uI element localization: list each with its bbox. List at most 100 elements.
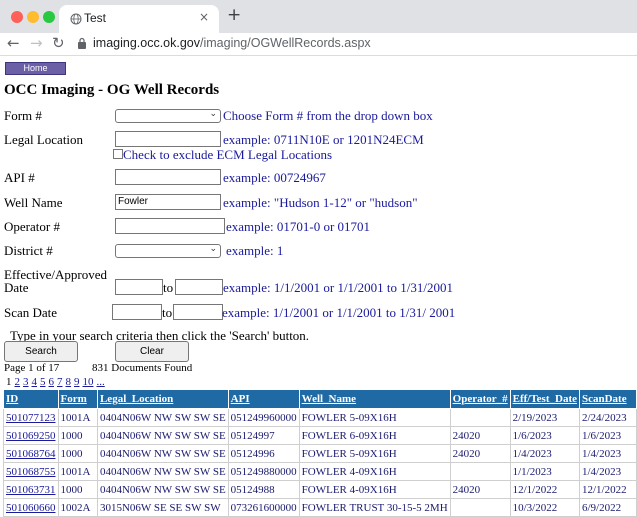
maximize-window-button[interactable] xyxy=(43,11,55,23)
column-header-operator[interactable]: Operator_# xyxy=(449,389,511,409)
document-id-link[interactable]: 501063731 xyxy=(3,480,59,499)
chevron-down-icon: ⌄ xyxy=(209,109,217,119)
page-info: Page 1 of 17 xyxy=(4,362,60,374)
well-name-input[interactable]: Fowler xyxy=(115,194,221,210)
cell-scan-date: 12/1/2022 xyxy=(579,480,637,499)
cell-scan-date: 1/4/2023 xyxy=(579,462,637,481)
form-number-hint: Choose Form # from the drop down box xyxy=(223,108,433,123)
table-row: 501060660 1002A 3015N06W SE SE SW SW 073… xyxy=(3,498,637,517)
legal-location-input[interactable] xyxy=(115,131,221,147)
form-number-label: Form # xyxy=(4,108,42,123)
cell-operator xyxy=(449,462,511,481)
page-content: Home OCC Imaging - OG Well Records Form … xyxy=(0,56,637,517)
cell-eff-test-date: 10/3/2022 xyxy=(509,498,581,517)
page-link[interactable]: 7 xyxy=(57,376,63,388)
legal-location-hint: example: 0711N10E or 1201N24ECM xyxy=(223,132,424,147)
document-id-link[interactable]: 501069250 xyxy=(3,426,59,445)
results-table: ID Form Legal_Location API Well_Name Ope… xyxy=(3,389,637,517)
cell-scan-date: 1/4/2023 xyxy=(579,444,637,463)
minimize-window-button[interactable] xyxy=(27,11,39,23)
cell-eff-test-date: 1/6/2023 xyxy=(509,426,581,445)
document-id-link[interactable]: 501077123 xyxy=(3,408,59,427)
cell-legal-location: 0404N06W NW SW SW SE xyxy=(96,444,229,463)
cell-well-name: FOWLER 5-09X16H xyxy=(298,444,451,463)
effective-date-label-line2: Date xyxy=(4,280,29,295)
tab-title: Test xyxy=(84,11,107,25)
cell-operator xyxy=(449,408,511,427)
clear-button[interactable]: Clear xyxy=(115,341,189,362)
effective-date-to-input[interactable] xyxy=(175,279,223,295)
url-field[interactable]: imaging.occ.ok.gov/imaging/OGWellRecords… xyxy=(93,36,371,50)
page-link[interactable]: 4 xyxy=(32,376,38,388)
cell-api: 051249880000 xyxy=(227,462,300,481)
reload-icon[interactable]: ↻ xyxy=(52,34,65,52)
api-hint: example: 00724967 xyxy=(223,170,326,185)
column-header-legal-location[interactable]: Legal_Location xyxy=(96,389,229,409)
back-arrow-icon[interactable]: ← xyxy=(7,34,20,52)
exclude-ecm-checkbox[interactable] xyxy=(113,149,123,159)
cell-operator: 24020 xyxy=(449,444,511,463)
cell-form: 1000 xyxy=(57,426,98,445)
globe-icon xyxy=(70,13,82,25)
home-button[interactable]: Home xyxy=(5,62,66,75)
documents-found-count: 831 Documents Found xyxy=(92,362,193,374)
exclude-ecm-label: Check to exclude ECM Legal Locations xyxy=(123,147,333,162)
api-input[interactable] xyxy=(115,169,221,185)
district-select[interactable]: ⌄ xyxy=(115,244,221,258)
scan-date-to-input[interactable] xyxy=(173,304,223,320)
cell-operator: 24020 xyxy=(449,426,511,445)
form-number-select[interactable]: ⌄ xyxy=(115,109,221,123)
cell-form: 1001A xyxy=(57,462,98,481)
more-pages-link[interactable]: ... xyxy=(97,376,105,388)
forward-arrow-icon[interactable]: → xyxy=(30,34,43,52)
close-tab-icon[interactable]: × xyxy=(199,10,209,24)
column-header-api[interactable]: API xyxy=(227,389,300,409)
cell-legal-location: 0404N06W NW SW SW SE xyxy=(96,462,229,481)
page-link[interactable]: 9 xyxy=(74,376,80,388)
district-hint: example: 1 xyxy=(226,243,284,258)
page-link[interactable]: 6 xyxy=(49,376,55,388)
document-id-link[interactable]: 501060660 xyxy=(3,498,59,517)
cell-form: 1001A xyxy=(57,408,98,427)
cell-eff-test-date: 2/19/2023 xyxy=(509,408,581,427)
document-id-link[interactable]: 501068755 xyxy=(3,462,59,481)
column-header-scan-date[interactable]: ScanDate xyxy=(579,389,637,409)
cell-well-name: FOWLER 5-09X16H xyxy=(298,408,451,427)
cell-legal-location: 0404N06W NW SW SW SE xyxy=(96,408,229,427)
effective-date-from-input[interactable] xyxy=(115,279,163,295)
cell-well-name: FOWLER 6-09X16H xyxy=(298,426,451,445)
search-button[interactable]: Search xyxy=(4,341,78,362)
page-link[interactable]: 3 xyxy=(23,376,29,388)
cell-form: 1000 xyxy=(57,480,98,499)
cell-form: 1002A xyxy=(57,498,98,517)
operator-input[interactable] xyxy=(115,218,225,234)
cell-well-name: FOWLER 4-09X16H xyxy=(298,462,451,481)
scan-date-from-input[interactable] xyxy=(112,304,162,320)
effective-date-to-label: to xyxy=(163,280,174,295)
page-title: OCC Imaging - OG Well Records xyxy=(4,82,220,98)
cell-eff-test-date: 1/1/2023 xyxy=(509,462,581,481)
column-header-form[interactable]: Form xyxy=(57,389,98,409)
page-link[interactable]: 8 xyxy=(66,376,72,388)
close-window-button[interactable] xyxy=(11,11,23,23)
cell-api: 05124988 xyxy=(227,480,300,499)
column-header-eff-test-date[interactable]: Eff/Test_Date xyxy=(509,389,581,409)
table-row: 501068755 1001A 0404N06W NW SW SW SE 051… xyxy=(3,462,637,481)
new-tab-icon[interactable]: + xyxy=(227,5,241,25)
cell-api: 073261600000 xyxy=(227,498,300,517)
cell-form: 1000 xyxy=(57,444,98,463)
cell-scan-date: 1/6/2023 xyxy=(579,426,637,445)
cell-eff-test-date: 12/1/2022 xyxy=(509,480,581,499)
page-link[interactable]: 10 xyxy=(83,376,94,388)
effective-date-hint: example: 1/1/2001 or 1/1/2001 to 1/31/20… xyxy=(223,280,454,295)
page-link[interactable]: 5 xyxy=(40,376,46,388)
cell-legal-location: 0404N06W NW SW SW SE xyxy=(96,426,229,445)
browser-tab[interactable]: Test × xyxy=(59,5,219,33)
document-id-link[interactable]: 501068764 xyxy=(3,444,59,463)
column-header-id[interactable]: ID xyxy=(3,389,59,409)
column-header-well-name[interactable]: Well_Name xyxy=(298,389,451,409)
page-link[interactable]: 2 xyxy=(15,376,21,388)
cell-eff-test-date: 1/4/2023 xyxy=(509,444,581,463)
cell-well-name: FOWLER TRUST 30-15-5 2MH xyxy=(298,498,451,517)
district-label: District # xyxy=(4,243,53,258)
